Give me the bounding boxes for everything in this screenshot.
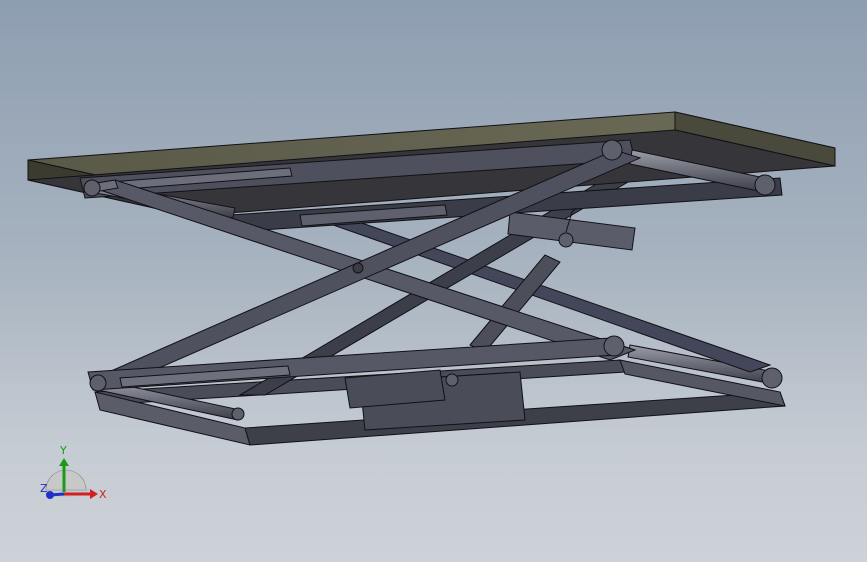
scissor-lift-model[interactable] bbox=[0, 0, 867, 562]
actuator-pivot-top bbox=[558, 232, 574, 248]
knuckle-bottom-right bbox=[603, 335, 625, 357]
z-axis-label: Z bbox=[40, 482, 48, 495]
base-bracket-pin bbox=[445, 373, 459, 387]
orientation-triad[interactable]: Y X Z bbox=[36, 440, 116, 510]
knuckle-bottom-far bbox=[761, 367, 783, 389]
knuckle-top-far bbox=[754, 174, 776, 196]
center-pivot-pin bbox=[352, 262, 364, 274]
graphics-viewport[interactable]: Y X Z bbox=[0, 0, 867, 562]
x-axis-arrow-icon bbox=[90, 489, 98, 499]
knuckle-top-right bbox=[601, 139, 623, 161]
knuckle-bottom-left bbox=[89, 374, 107, 392]
y-axis-arrow-icon bbox=[59, 458, 69, 466]
knuckle-top-left bbox=[83, 179, 101, 197]
x-axis-label: X bbox=[99, 488, 107, 501]
y-axis-label: Y bbox=[59, 444, 67, 457]
triad-dome bbox=[45, 469, 87, 491]
knuckle-bottom-back bbox=[231, 407, 245, 421]
